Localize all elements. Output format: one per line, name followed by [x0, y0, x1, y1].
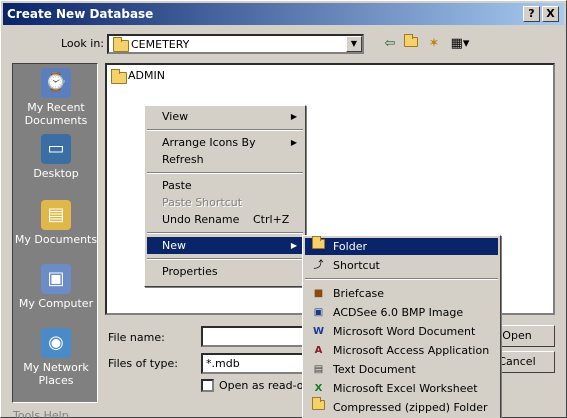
menu-item-view[interactable]: View ▶ [147, 108, 303, 125]
place-label: My Network Places [23, 361, 89, 387]
menu-fragment: Tools Help [13, 409, 69, 418]
folder-icon [113, 37, 129, 52]
menu-item-label: Microsoft Excel Worksheet [333, 382, 478, 395]
submenu-item-word-document[interactable]: W Microsoft Word Document [305, 323, 498, 340]
submenu-item-access-application[interactable]: A Microsoft Access Application [305, 342, 498, 359]
menu-item-undo-rename[interactable]: Undo Rename Ctrl+Z [147, 211, 303, 228]
menu-item-properties[interactable]: Properties [147, 263, 303, 280]
read-only-label: Open as read-onl [219, 379, 314, 392]
chevron-down-icon[interactable]: ▼ [346, 36, 362, 52]
place-network[interactable]: ◉ My Network Places [13, 328, 99, 387]
menu-item-new[interactable]: New ▶ [147, 237, 303, 254]
menu-separator [147, 258, 303, 260]
submenu-item-excel-worksheet[interactable]: X Microsoft Excel Worksheet [305, 380, 498, 397]
new-submenu: Folder ⤴ Shortcut ■ Briefcase ▣ ACDSee 6… [302, 235, 501, 418]
menu-item-label: Paste [162, 179, 192, 192]
submenu-item-folder[interactable]: Folder [305, 236, 498, 255]
place-desktop[interactable]: ▭ Desktop [13, 134, 99, 180]
menu-separator [305, 278, 498, 280]
menu-item-refresh[interactable]: Refresh [147, 151, 303, 168]
word-document-icon: W [312, 326, 325, 337]
place-recent-documents[interactable]: ⌚ My Recent Documents [13, 68, 99, 127]
menu-item-paste-shortcut: Paste Shortcut [147, 194, 303, 211]
my-documents-icon: ▤ [41, 200, 71, 230]
menu-item-label: Paste Shortcut [162, 196, 243, 209]
submenu-item-bmp-image[interactable]: ▣ ACDSee 6.0 BMP Image [305, 304, 498, 321]
submenu-arrow-icon: ▶ [290, 112, 297, 121]
read-only-checkbox[interactable] [201, 379, 214, 392]
views-menu-icon[interactable]: ▦▾ [449, 35, 471, 53]
menu-item-label: Refresh [162, 153, 204, 166]
compressed-folder-icon [311, 397, 326, 415]
desktop-icon: ▭ [41, 134, 71, 164]
access-application-icon: A [314, 345, 323, 356]
submenu-item-text-document[interactable]: ▤ Text Document [305, 361, 498, 378]
submenu-arrow-icon: ▶ [290, 138, 297, 147]
up-folder-glyph-icon [404, 34, 418, 47]
menu-item-label: Arrange Icons By [162, 136, 256, 149]
menu-item-shortcut: Ctrl+Z [253, 213, 290, 226]
files-of-type-label: Files of type: [108, 357, 179, 370]
place-my-computer[interactable]: ▣ My Computer [13, 264, 99, 310]
place-my-documents[interactable]: ▤ My Documents [13, 200, 99, 246]
file-name-label: File name: [108, 331, 165, 344]
menu-separator [147, 232, 303, 234]
excel-worksheet-icon: X [314, 383, 323, 394]
menu-item-label: Microsoft Access Application [333, 344, 490, 357]
network-places-icon: ◉ [41, 328, 71, 358]
help-button[interactable]: ? [523, 6, 540, 22]
file-name: ADMIN [128, 69, 165, 82]
recent-documents-icon: ⌚ [41, 68, 71, 98]
submenu-item-compressed-folder[interactable]: Compressed (zipped) Folder [305, 397, 498, 416]
folder-icon [111, 69, 127, 84]
menu-item-label: View [162, 110, 189, 123]
my-computer-icon: ▣ [41, 264, 71, 294]
briefcase-icon: ■ [313, 288, 324, 299]
text-document-icon: ▤ [313, 364, 324, 375]
place-label: My Documents [14, 233, 98, 246]
menu-item-label: Compressed (zipped) Folder [333, 401, 488, 414]
look-in-combo[interactable]: CEMETERY ▼ [107, 34, 364, 54]
title-bar[interactable]: Create New Database [3, 3, 564, 25]
menu-item-arrange-icons-by[interactable]: Arrange Icons By ▶ [147, 134, 303, 151]
menu-item-label: Shortcut [333, 259, 380, 272]
create-new-database-dialog: Create New Database ? X Look in: CEMETER… [0, 0, 567, 418]
submenu-item-shortcut[interactable]: ⤴ Shortcut [305, 257, 498, 274]
menu-item-label: New [162, 239, 186, 252]
menu-item-paste[interactable]: Paste [147, 177, 303, 194]
close-button[interactable]: X [542, 6, 559, 22]
place-label: Desktop [33, 167, 79, 180]
look-in-label: Look in: [61, 37, 104, 50]
submenu-arrow-icon: ▶ [290, 241, 297, 250]
back-arrow-icon[interactable]: ⇦ [381, 35, 399, 53]
place-label: My Recent Documents [24, 101, 88, 127]
menu-item-label: Properties [162, 265, 218, 278]
menu-item-label: Briefcase [333, 287, 385, 300]
menu-separator [147, 172, 303, 174]
submenu-item-briefcase[interactable]: ■ Briefcase [305, 285, 498, 302]
menu-item-label: Folder [333, 240, 367, 253]
shortcut-icon: ⤴ [313, 260, 324, 271]
up-folder-icon[interactable] [402, 34, 420, 53]
context-menu: View ▶ Arrange Icons By ▶ Refresh Paste … [144, 105, 306, 287]
folder-icon [311, 236, 326, 254]
menu-item-label: ACDSee 6.0 BMP Image [333, 306, 464, 319]
menu-item-label: Text Document [333, 363, 416, 376]
menu-item-label: Microsoft Word Document [333, 325, 476, 338]
bmp-image-icon: ▣ [313, 307, 324, 318]
place-label: My Computer [18, 297, 94, 310]
window-title: Create New Database [7, 7, 154, 21]
menu-separator [147, 129, 303, 131]
places-bar: ⌚ My Recent Documents ▭ Desktop ▤ My Doc… [12, 63, 98, 403]
new-folder-icon[interactable]: ✶ [425, 35, 443, 53]
look-in-value: CEMETERY [131, 38, 190, 51]
menu-item-label: Undo Rename [162, 213, 240, 226]
